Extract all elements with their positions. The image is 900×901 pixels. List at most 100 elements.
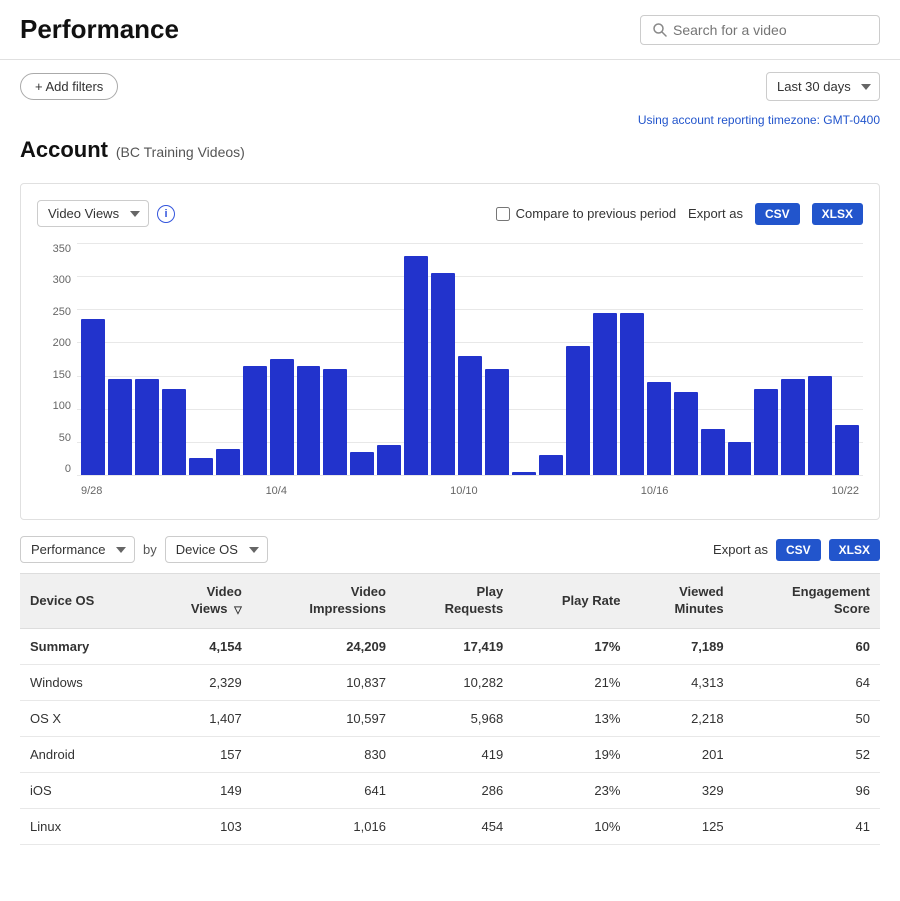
bar	[512, 472, 536, 475]
bar	[458, 356, 482, 475]
table-section: Performance by Device OS Export as CSV X…	[20, 536, 880, 845]
table-row: Android15783041919%20152	[20, 736, 880, 772]
table-cell: 830	[252, 736, 396, 772]
bar	[162, 389, 186, 475]
y-axis-label: 50	[59, 432, 71, 444]
search-input[interactable]	[673, 22, 867, 38]
bar	[377, 445, 401, 475]
chart-export-xlsx-button[interactable]: XLSX	[812, 203, 863, 225]
bar	[323, 369, 347, 475]
page-title: Performance	[20, 14, 179, 45]
bar	[189, 458, 213, 475]
table-cell: 419	[396, 736, 513, 772]
bar	[350, 452, 374, 475]
search-box[interactable]	[640, 15, 880, 45]
bar	[620, 313, 644, 475]
bar	[754, 389, 778, 475]
table-cell: 10,282	[396, 664, 513, 700]
table-dimension-select[interactable]: Device OS	[165, 536, 268, 563]
bar	[808, 376, 832, 475]
x-axis-label: 10/16	[641, 485, 669, 497]
y-axis-label: 100	[53, 400, 71, 412]
table-cell: 7,189	[630, 628, 733, 664]
table-cell: 2,329	[146, 664, 252, 700]
bar	[297, 366, 321, 475]
table-cell: OS X	[20, 700, 146, 736]
table-cell: 13%	[513, 700, 630, 736]
compare-checkbox[interactable]	[496, 207, 510, 221]
table-row: Summary4,15424,20917,41917%7,18960	[20, 628, 880, 664]
table-cell: 149	[146, 772, 252, 808]
table-cell: 24,209	[252, 628, 396, 664]
table-cell: 21%	[513, 664, 630, 700]
table-cell: Linux	[20, 808, 146, 844]
bar	[701, 429, 725, 475]
table-cell: 5,968	[396, 700, 513, 736]
table-cell: 60	[734, 628, 880, 664]
bar	[216, 449, 240, 476]
y-axis-label: 0	[65, 463, 71, 475]
bar	[674, 392, 698, 475]
table-cell: 157	[146, 736, 252, 772]
table-column-header: VideoImpressions	[252, 574, 396, 629]
table-cell: iOS	[20, 772, 146, 808]
table-row: OS X1,40710,5975,96813%2,21850	[20, 700, 880, 736]
table-cell: 103	[146, 808, 252, 844]
table-toolbar-left: Performance by Device OS	[20, 536, 268, 563]
table-cell: Summary	[20, 628, 146, 664]
table-metric-select[interactable]: Performance	[20, 536, 135, 563]
table-cell: 329	[630, 772, 733, 808]
table-row: Linux1031,01645410%12541	[20, 808, 880, 844]
table-cell: 96	[734, 772, 880, 808]
bars-and-grid	[77, 243, 863, 475]
y-axis-label: 200	[53, 337, 71, 349]
bar	[566, 346, 590, 475]
chart-export-csv-button[interactable]: CSV	[755, 203, 800, 225]
table-toolbar: Performance by Device OS Export as CSV X…	[20, 536, 880, 563]
chart-toolbar: Video Views i Compare to previous period…	[37, 200, 863, 227]
table-column-header: Play Rate	[513, 574, 630, 629]
table-cell: 10%	[513, 808, 630, 844]
table-cell: 641	[252, 772, 396, 808]
table-body: Summary4,15424,20917,41917%7,18960Window…	[20, 628, 880, 844]
bar-chart-area: 350300250200150100500 9/2810/410/1010/16…	[37, 243, 863, 503]
table-cell: 10,597	[252, 700, 396, 736]
table-cell: 1,016	[252, 808, 396, 844]
y-axis-label: 300	[53, 274, 71, 286]
table-cell: 2,218	[630, 700, 733, 736]
by-label: by	[143, 542, 157, 557]
bars-row	[77, 243, 863, 475]
date-range-select[interactable]: Last 30 days	[766, 72, 880, 101]
info-icon[interactable]: i	[157, 205, 175, 223]
table-cell: 64	[734, 664, 880, 700]
table-cell: 4,154	[146, 628, 252, 664]
y-axis: 350300250200150100500	[37, 243, 77, 475]
table-cell: 41	[734, 808, 880, 844]
bar	[539, 455, 563, 475]
chart-metric-select[interactable]: Video Views	[37, 200, 149, 227]
table-cell: 201	[630, 736, 733, 772]
x-axis-label: 10/4	[266, 485, 287, 497]
table-cell: 10,837	[252, 664, 396, 700]
table-cell: 4,313	[630, 664, 733, 700]
table-cell: 52	[734, 736, 880, 772]
y-axis-label: 250	[53, 306, 71, 318]
bar	[404, 256, 428, 475]
account-subtitle: (BC Training Videos)	[116, 144, 245, 160]
x-labels: 9/2810/410/1010/1610/22	[77, 479, 863, 503]
add-filters-button[interactable]: + Add filters	[20, 73, 118, 100]
table-cell: 50	[734, 700, 880, 736]
compare-label: Compare to previous period	[496, 206, 676, 221]
bar	[593, 313, 617, 475]
table-export-xlsx-button[interactable]: XLSX	[829, 539, 880, 561]
table-cell: 125	[630, 808, 733, 844]
y-axis-label: 350	[53, 243, 71, 255]
table-cell: 1,407	[146, 700, 252, 736]
table-column-header: Device OS	[20, 574, 146, 629]
table-export-csv-button[interactable]: CSV	[776, 539, 821, 561]
table-cell: 454	[396, 808, 513, 844]
table-row: Windows2,32910,83710,28221%4,31364	[20, 664, 880, 700]
x-axis-label: 10/22	[831, 485, 859, 497]
x-axis-label: 9/28	[81, 485, 102, 497]
toolbar: + Add filters Last 30 days	[0, 60, 900, 113]
